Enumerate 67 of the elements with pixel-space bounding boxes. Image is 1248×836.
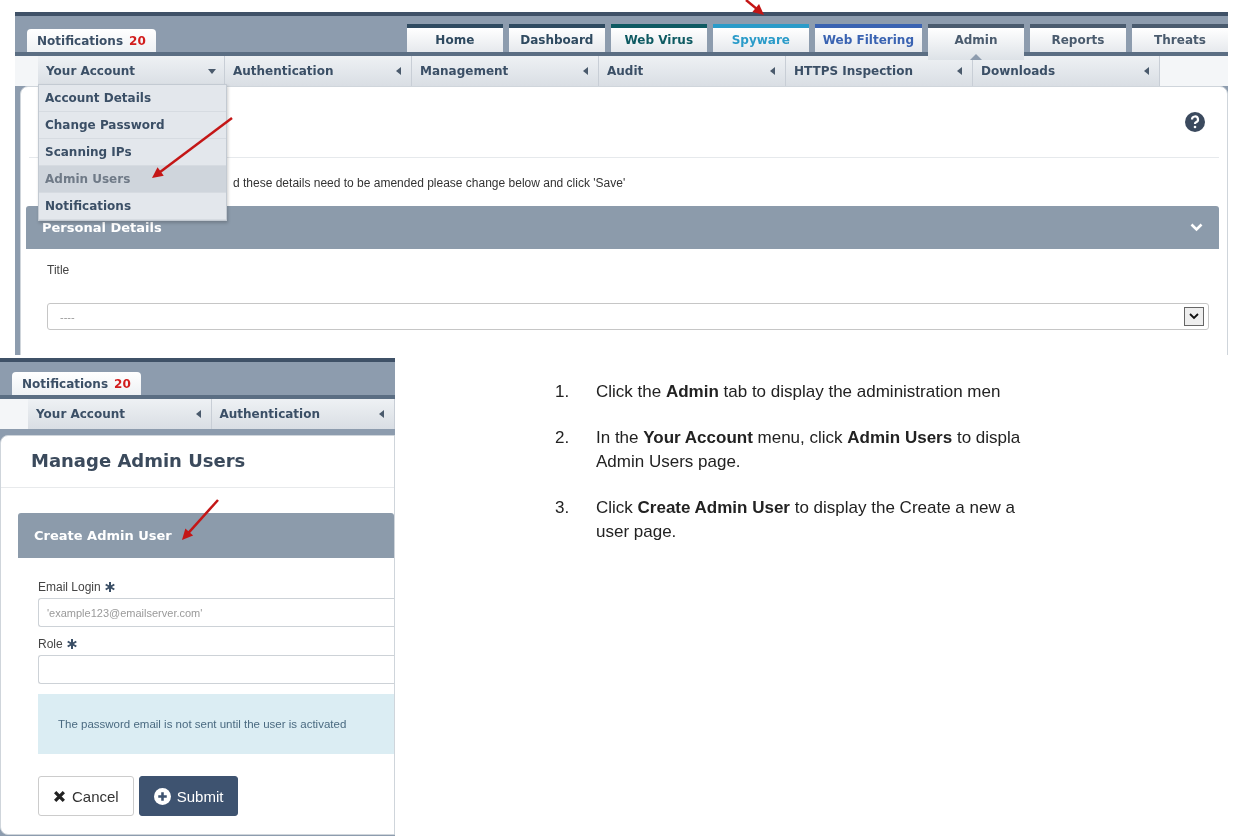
submenu-item[interactable]: Management	[412, 56, 599, 86]
nav-tab[interactable]: Reports	[1030, 24, 1126, 52]
notifications-tab[interactable]: Notifications 20	[27, 29, 156, 52]
notifications-tab[interactable]: Notifications 20	[12, 372, 141, 395]
close-icon	[53, 789, 66, 803]
help-icon[interactable]	[1185, 112, 1205, 132]
nav-tab[interactable]: Threats	[1132, 24, 1228, 52]
caret-left-icon[interactable]	[956, 67, 964, 75]
submenu-label: Management	[420, 64, 509, 78]
menu-item[interactable]: Notifications	[39, 193, 226, 220]
pointer-arrow	[182, 499, 219, 540]
step-number: 3.	[555, 497, 571, 519]
submenu-label: Downloads	[981, 64, 1056, 78]
section-title: Create Admin User	[34, 528, 172, 543]
field-label: Title	[47, 263, 71, 277]
submenu-item[interactable]: Audit	[599, 56, 786, 86]
submenu-item[interactable]: Authentication	[225, 56, 412, 86]
instruction-text: In the Your Account menu, click Admin Users to displa	[596, 427, 1021, 449]
nav-tab[interactable]: Dashboard	[508, 24, 605, 52]
notification-count: 20	[114, 377, 131, 391]
chevron-down-icon	[1190, 223, 1203, 232]
caret-left-icon[interactable]	[395, 67, 403, 75]
caret-left-icon[interactable]	[769, 67, 777, 75]
submenu-item[interactable]: Authentication	[211, 399, 395, 429]
submenu-label: Authentication	[233, 64, 334, 78]
cancel-button[interactable]: Cancel	[38, 776, 134, 816]
menu-item[interactable]: Account Details	[39, 85, 226, 112]
pointer-arrow	[745, 0, 764, 15]
caret-up-icon	[970, 54, 982, 60]
dropdown-button[interactable]	[1184, 307, 1204, 326]
intro-text: d these details need to be amended please change below and click 'Save'	[233, 176, 626, 192]
submenu-label: Audit	[607, 64, 644, 78]
field-label: Role	[38, 637, 63, 651]
caret-left-icon[interactable]	[582, 67, 590, 75]
nav-tab[interactable]: Admin	[928, 24, 1024, 60]
submenu-label: Your Account	[46, 64, 136, 78]
menu-item[interactable]: Change Password	[39, 112, 226, 139]
info-message: The password email is not sent until the user is activated	[38, 694, 394, 754]
submit-button[interactable]: Submit	[138, 776, 239, 816]
select-value: ----	[60, 310, 75, 323]
instruction-text: Click the Admin tab to display the administration men	[596, 381, 1001, 403]
instruction-text: user page.	[596, 521, 678, 543]
submenu-label: Your Account	[36, 407, 126, 421]
section-title: Personal Details	[42, 220, 162, 235]
submenu-item[interactable]: Downloads	[973, 56, 1160, 86]
caret-left-icon[interactable]	[378, 410, 386, 418]
nav-tab[interactable]: Home	[406, 24, 503, 52]
step-number: 1.	[555, 381, 571, 403]
nav-tab[interactable]: Web Filtering	[814, 24, 922, 52]
chevron-down-icon	[1189, 313, 1199, 320]
field-label: Email Login	[38, 580, 101, 594]
caret-left-icon[interactable]	[1143, 67, 1151, 75]
submenu-label: Authentication	[219, 407, 320, 421]
nav-tab[interactable]: Web Virus	[610, 24, 707, 52]
notification-count: 20	[129, 34, 146, 48]
submenu-item[interactable]: Your Account	[28, 399, 212, 429]
caret-left-icon[interactable]	[194, 410, 203, 418]
instruction-text: Click Create Admin User to display the Create a new a	[596, 497, 1015, 519]
input-field[interactable]	[38, 655, 394, 684]
step-number: 2.	[555, 427, 571, 449]
submenu-item[interactable]: Your Account	[38, 56, 225, 86]
caret-down-icon[interactable]	[208, 67, 216, 75]
plus-circle-icon	[153, 787, 171, 805]
submenu-item[interactable]: HTTPS Inspection	[786, 56, 973, 86]
instruction-text: Admin Users page.	[596, 451, 742, 473]
submenu-label: HTTPS Inspection	[794, 64, 913, 78]
page-heading: Manage Admin Users	[1, 436, 394, 488]
